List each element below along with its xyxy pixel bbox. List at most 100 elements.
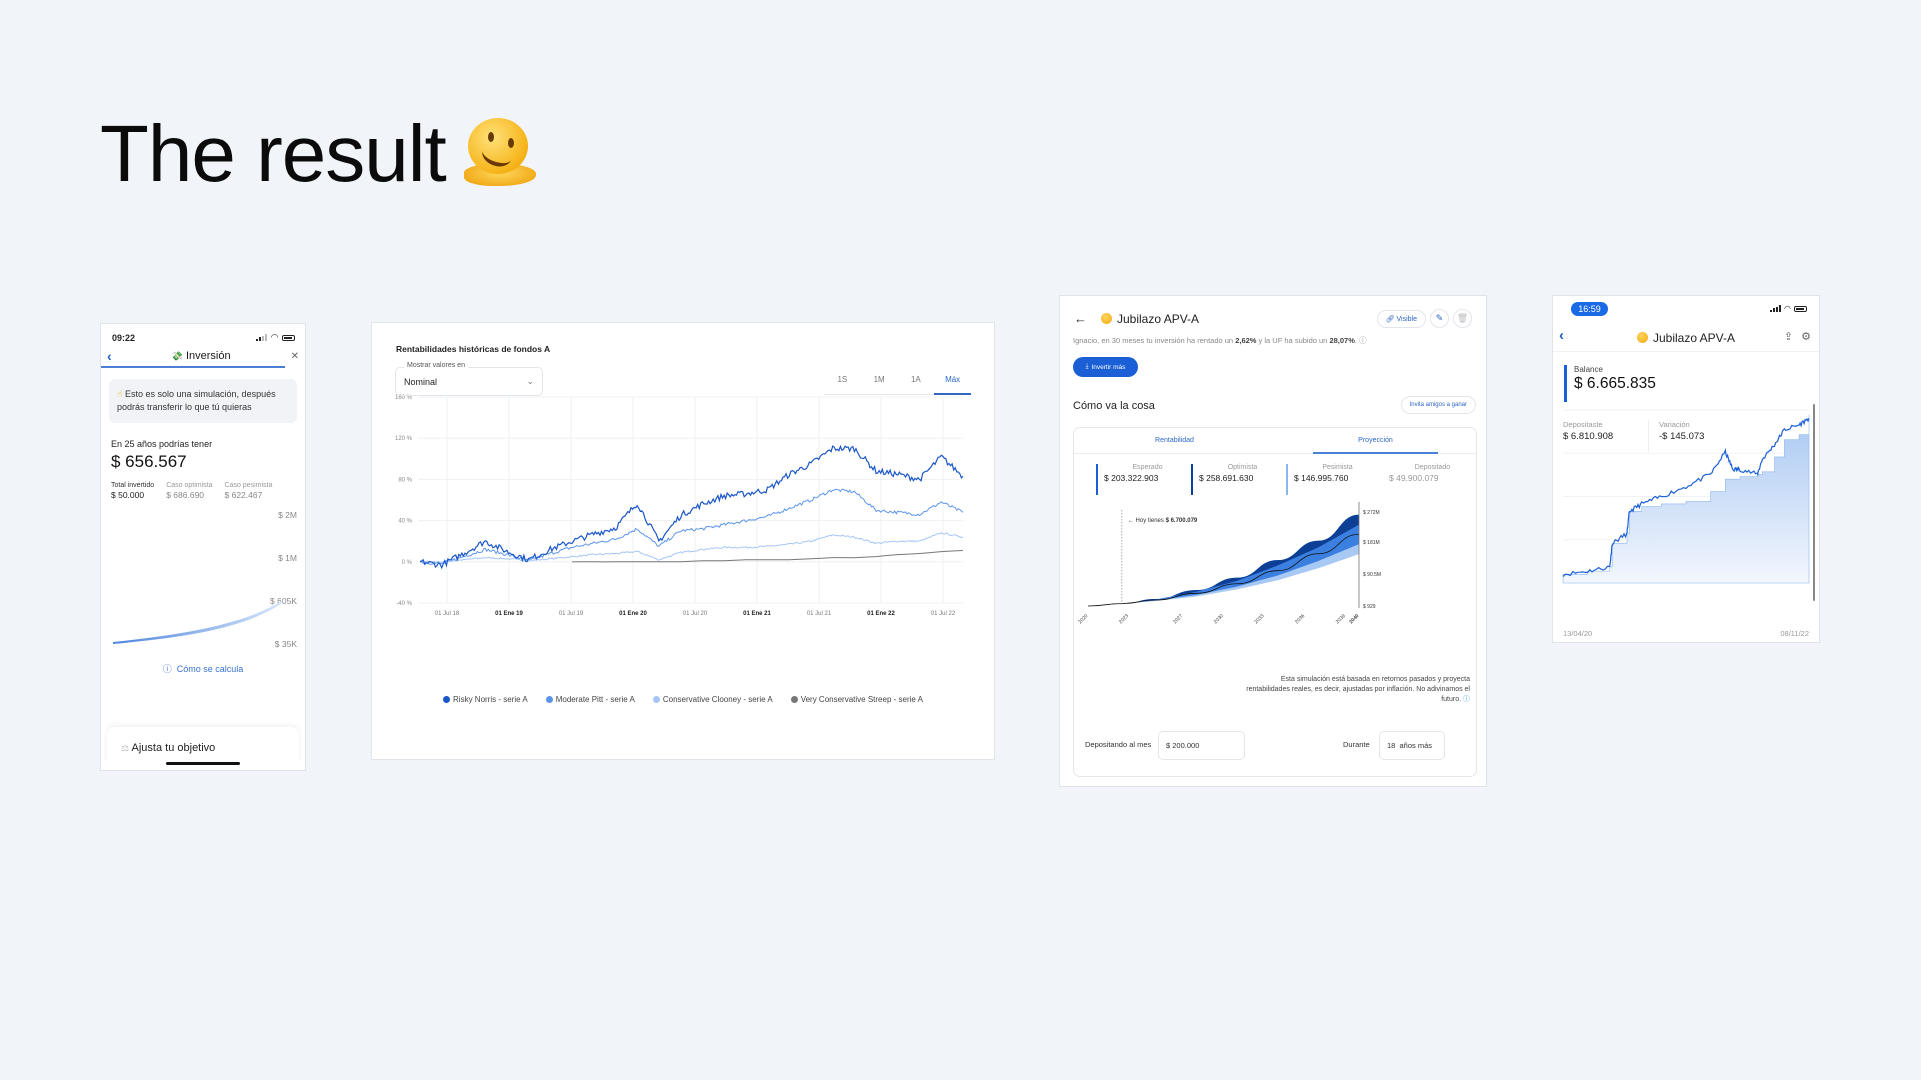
mid-band — [1088, 514, 1359, 606]
x-tick-label: 2033 — [1253, 613, 1265, 625]
balance-screen: 16:59 ◠ ‹ Jubilazo APV-A ⇪ ⚙ Balance $ 6… — [1552, 295, 1820, 643]
legend-dot-icon — [790, 696, 798, 703]
help-icon[interactable]: ⓘ — [1463, 696, 1470, 703]
deposited-stat: Depositaste $ 6.810.908 — [1563, 420, 1614, 442]
x-tick-label: 01 Jul 18 — [435, 611, 460, 617]
close-icon[interactable]: ✕ — [291, 351, 299, 362]
duration-input[interactable]: 18 años más — [1379, 731, 1445, 760]
legend-item[interactable]: Very Conservative Streep - serie A — [790, 695, 923, 704]
range-tab-max[interactable]: Máx — [934, 375, 971, 395]
select-value: Nominal — [404, 377, 438, 387]
invite-friends-button[interactable]: Invita amigos a ganar — [1400, 396, 1476, 414]
back-arrow-icon[interactable]: ← — [1074, 311, 1087, 326]
legend-label: Risky Norris - serie A — [453, 695, 528, 704]
legend-item[interactable]: Moderate Pitt - serie A — [545, 695, 635, 704]
chevron-down-icon: ⌄ — [526, 376, 534, 386]
scrollbar[interactable] — [1813, 404, 1815, 601]
performance-description: Ignacio, en 30 meses tu inversión ha ren… — [1073, 336, 1367, 345]
x-tick-label: 01 Ene 21 — [743, 611, 771, 617]
y-tick-label: 120 % — [395, 436, 413, 442]
back-chevron-icon[interactable]: ‹ — [107, 348, 112, 364]
kpi-pessimistic: Pesimista $ 146.995.760 — [1286, 464, 1381, 495]
face-emoji-icon — [1636, 332, 1648, 343]
nav-bar: ‹ Jubilazo APV-A ⇪ ⚙ — [1553, 326, 1819, 352]
legend-dot-icon — [652, 696, 660, 703]
kpi-expected: Esperado $ 203.322.903 — [1096, 464, 1191, 495]
wifi-icon: ◠ — [271, 332, 278, 342]
pencil-icon: ✎ — [1435, 313, 1444, 323]
series-line-0 — [419, 444, 964, 570]
legend-label: Conservative Clooney - serie A — [662, 695, 773, 704]
kpi-optimistic: Optimista $ 258.691.630 — [1191, 464, 1286, 495]
stat-optimistic: Caso optimista $ 686.690 — [166, 482, 213, 500]
historical-returns-panel: 160 % 120 % 80 % 40 % 0 % -40 % 01 Jul 18 01 En… — [371, 322, 995, 760]
x-tick-label: 2027 — [1172, 613, 1184, 625]
home-indicator — [166, 762, 240, 765]
status-icons: ◠ — [1770, 304, 1807, 313]
info-icon[interactable]: ⓘ — [1359, 336, 1367, 345]
projection-subtitle: En 25 años podrías tener — [111, 439, 213, 449]
signal-icon — [1770, 305, 1782, 312]
x-tick-label: 01 Jul 19 — [559, 611, 584, 617]
delete-button[interactable]: 🗑︎ — [1453, 309, 1472, 328]
x-tick-label: 2039 — [1335, 613, 1347, 625]
disclaimer: Esta simulación está basada en retornos … — [1246, 676, 1470, 703]
tab-proyeccion[interactable]: Proyección — [1275, 428, 1476, 454]
wifi-icon: ◠ — [1784, 304, 1791, 313]
battery-icon — [282, 334, 295, 341]
share-icon[interactable]: ⇪ — [1784, 330, 1793, 343]
select-label: Mostrar valores en — [404, 362, 468, 369]
x-tick-label: 01 Ene 22 — [867, 611, 895, 617]
help-circle-icon: ⓘ — [162, 664, 172, 674]
values-select[interactable]: Mostrar valores en Nominal ⌄ — [395, 362, 543, 396]
y-tick-label: -40 % — [396, 601, 412, 607]
x-end-label: 08/11/22 — [1780, 629, 1809, 638]
legend-item[interactable]: Conservative Clooney - serie A — [652, 695, 773, 704]
x-tick-label: 2020 — [1077, 613, 1089, 625]
visible-button[interactable]: 🔗︎ Visible — [1376, 309, 1426, 328]
y-tick-label: $ 272M — [1363, 510, 1380, 516]
projection-stats: Total invertido $ 50.000 Caso optimista $ … — [111, 482, 295, 500]
download-icon: ⤓ — [1085, 363, 1089, 370]
legend-item[interactable]: Risky Norris - serie A — [443, 695, 528, 704]
kpi-deposited: Depositado $ 49.900.079 — [1389, 464, 1451, 483]
chart-legend: Risky Norris - serie A Moderate Pitt - se… — [372, 695, 994, 704]
status-time: 16:59 — [1571, 302, 1608, 316]
x-tick-label: 01 Ene 20 — [619, 611, 647, 617]
range-tab-1m[interactable]: 1M — [861, 375, 898, 394]
monthly-deposit-input[interactable]: $ 200.000 — [1158, 731, 1245, 760]
invest-more-button[interactable]: ⤓ Invertir más — [1073, 357, 1138, 377]
projection-curve — [113, 600, 283, 644]
y-tick-label: 0 % — [402, 560, 413, 566]
status-bar: 09:22 ◠ — [101, 324, 305, 344]
section-title: Cómo va la cosa — [1073, 400, 1155, 412]
gear-icon[interactable]: ⚙ — [1801, 330, 1811, 343]
y-tick-label: $ 90.5M — [1363, 572, 1381, 578]
screen-title: Jubilazo APV-A — [1553, 331, 1819, 345]
edit-button[interactable]: ✎ — [1430, 309, 1449, 328]
how-calculated-link[interactable]: ⓘ Cómo se calcula — [101, 662, 305, 675]
y-tick-label: 40 % — [398, 519, 412, 525]
tab-rentabilidad[interactable]: Rentabilidad — [1074, 428, 1275, 453]
range-tab-1s[interactable]: 1S — [824, 375, 861, 394]
link-icon: 🔗︎ — [1385, 315, 1395, 323]
projection-tabs: Rentabilidad Proyección — [1074, 428, 1476, 454]
scale-icon: ⚖ — [121, 743, 130, 753]
projected-amount: $ 656.567 — [111, 452, 187, 471]
money-icon: 💸 — [171, 351, 183, 361]
y-tick-label: 80 % — [398, 477, 412, 483]
progress-underline — [101, 366, 285, 368]
mini-projection-chart: $ 2M $ 1M $ 605K $ 35K — [101, 504, 305, 654]
page-title-text: The result — [100, 109, 447, 198]
battery-icon — [1794, 305, 1807, 312]
range-tab-1a[interactable]: 1A — [898, 375, 935, 394]
nav-bar: ‹ 💸 Inversión ✕ — [101, 344, 305, 368]
status-time: 09:22 — [112, 332, 136, 343]
series-line-1 — [419, 488, 964, 565]
melting-face-icon — [463, 118, 536, 190]
legend-label: Moderate Pitt - serie A — [555, 695, 635, 704]
projection-chart: ← Hoy tienes $ 6.700.079 $ 272M $ 181M $ 90… — [1077, 502, 1381, 625]
divider — [1648, 420, 1649, 452]
duration-label: Durante — [1343, 740, 1370, 749]
today-label: ← Hoy tienes $ 6.700.079 — [1128, 518, 1198, 524]
